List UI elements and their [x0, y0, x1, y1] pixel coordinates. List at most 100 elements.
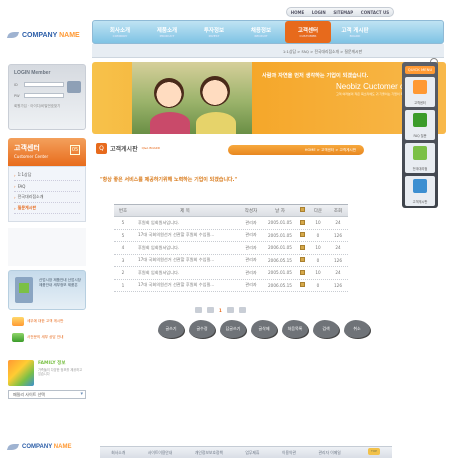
breadcrumb: HOME > 고객센터 > 고객게시판 [228, 145, 364, 155]
footer-link-partner[interactable]: 업무제휴 [245, 450, 259, 456]
login-box: LOGIN Member ID PW 회원가입 · 아이디/비밀번호찾기 [8, 64, 86, 130]
cell-title-link[interactable]: 17대 국회의원선거 선관할 후원회 수입필... [132, 282, 238, 288]
cell-title-link[interactable]: 17대 국회의원선거 선관할 후원회 수입필... [132, 257, 238, 263]
attachment-icon[interactable] [299, 269, 305, 275]
table-cell: 2 [121, 270, 125, 276]
nav-company[interactable]: 회사소개 COMPANY [97, 23, 143, 41]
quick-item-customer[interactable]: 고객센터 [405, 77, 435, 107]
page-title: Q 고객게시판 Q&A BOARD [96, 140, 226, 156]
top-button[interactable]: TOP [368, 448, 380, 455]
cell-title-link[interactable]: 후원회 입회원서입니다. [132, 270, 238, 276]
attachment-icon[interactable] [299, 282, 305, 288]
cancel-button[interactable]: 취소 [344, 320, 370, 338]
table-cell: 2005.01.05 [268, 220, 292, 226]
join-links[interactable]: 회원가입 · 아이디/비밀번호찾기 [14, 104, 80, 109]
side-spacer [8, 228, 86, 266]
table-row[interactable]: 3 17대 국회의원선거 선관할 후원회 수입필... 관리자 2006.05.15 0… [114, 255, 348, 267]
table-row[interactable]: 5 후원회 입회원서입니다. 관리자 2005.01.05 10 24 [114, 217, 348, 230]
table-row[interactable]: 4 후원회 입회원서입니다. 관리자 2006.01.05 10 24 [114, 242, 348, 255]
list-button[interactable]: 처음목록 [282, 320, 308, 338]
promo-link-consult[interactable]: 사전문의 세부 상담 안내 [8, 330, 86, 344]
id-input[interactable] [24, 82, 64, 87]
nav-invest[interactable]: 투자정보 INVEST [191, 23, 237, 41]
table-header: 번호 제 목 작성자 날 자 다운 조회 [114, 204, 348, 217]
cell-title-link[interactable]: 후원회 입회원서입니다. [132, 245, 238, 251]
next-page-button[interactable] [226, 307, 234, 313]
footer-logo[interactable]: COMPANY NAME [8, 440, 88, 454]
hero-banner: 사람과 자연을 먼저 생각하는 기업이 되겠습니다. Neobiz Cuctom… [92, 62, 446, 134]
section-number-badge: 05 [70, 145, 80, 155]
prev-page-button[interactable] [207, 307, 214, 313]
table-cell: 1 [121, 282, 125, 288]
side-menu-consult[interactable]: 1:1상담 [14, 170, 80, 181]
attachment-icon[interactable] [299, 219, 305, 225]
first-page-button[interactable] [195, 307, 202, 313]
login-button[interactable] [67, 81, 81, 93]
footer-link-company[interactable]: 회사소개 [111, 450, 125, 456]
sub-nav-links[interactable]: 1:1상담 > FAQ > 전국대리점소개 > 질문게시판 [283, 49, 362, 55]
table-row[interactable]: 5 17대 국회의원선거 선관할 후원회 수입필... 관리자 2005.01.05 0… [114, 230, 348, 242]
edit-button[interactable]: 글수정 [189, 320, 215, 338]
quick-menu-title: QUICK MENU [405, 66, 435, 74]
main-nav: 회사소개 COMPANY 제품소개 PRODUCT 투자정보 INVEST 채용정보 R… [92, 20, 444, 44]
nav-recruit[interactable]: 채용정보 RECRUIT [238, 23, 284, 41]
quick-item-agency[interactable]: 전국대리점 [405, 143, 435, 173]
logo-text: COMPANY NAME [22, 31, 80, 39]
board-actions: 글쓰기 글수정 답글쓰기 글삭제 처음목록 검색 취소 [158, 320, 374, 340]
footer-link-privacy[interactable]: 개인정보보호정책 [195, 450, 223, 456]
table-cell: 126 [334, 232, 342, 238]
footer-link-terms[interactable]: 이용약관 [282, 450, 296, 456]
table-cell: 3 [121, 257, 125, 263]
side-menu: 1:1상담 FAQ 전국대리점소개 질문게시판 [8, 166, 86, 222]
last-page-button[interactable] [238, 307, 246, 313]
table-cell: 24 [335, 245, 341, 251]
footer-link-guide[interactable]: 사이트이용안내 [148, 450, 172, 456]
footer-links: 회사소개 사이트이용안내 개인정보보호정책 업무제휴 이용약관 관리자 이메일 [100, 446, 392, 458]
company-logo[interactable]: COMPANY NAME [8, 28, 88, 42]
promo-banner[interactable]: 산업시장 제품안내 산업시장 제품안내 세부정보 제품은 [8, 270, 86, 310]
children-photo [132, 62, 252, 134]
page-1[interactable]: 1 [219, 308, 222, 313]
side-menu-faq[interactable]: FAQ [14, 181, 80, 192]
nav-product[interactable]: 제품소개 PRODUCT [144, 23, 190, 41]
password-input[interactable] [24, 93, 64, 98]
table-cell: 10 [315, 220, 321, 226]
side-menu-agencies[interactable]: 전국대리점소개 [14, 192, 80, 203]
login-link[interactable]: LOGIN [312, 10, 326, 15]
write-button[interactable]: 글쓰기 [158, 320, 184, 338]
attachment-icon[interactable] [299, 257, 305, 263]
table-cell: 2005.01.05 [268, 232, 292, 238]
search-button[interactable]: 검색 [313, 320, 339, 338]
bird-logo-icon [8, 442, 20, 452]
cell-title-link[interactable]: 17대 국회의원선거 선관할 후원회 수입필... [132, 232, 238, 238]
family-icon [8, 360, 34, 386]
reply-button[interactable]: 답글쓰기 [220, 320, 246, 338]
table-cell: 2006.05.15 [268, 257, 292, 263]
nav-board[interactable]: 고객 게시판 BOARD [332, 23, 378, 41]
promo-link-board[interactable]: 세무에 대한 고객 게시판 [8, 314, 86, 328]
quick-item-board[interactable]: 고객게시판 [405, 176, 435, 206]
cell-title-link[interactable]: 후원회 입회원서입니다. [132, 220, 238, 226]
family-site-select[interactable]: 패밀리 사이트 선택 [8, 390, 86, 399]
cell-attachment [296, 257, 308, 263]
table-cell: 2006.05.15 [268, 282, 292, 288]
delete-button[interactable]: 글삭제 [251, 320, 277, 338]
contact-link[interactable]: CONTACT US [361, 10, 389, 15]
quick-item-faq[interactable]: FAQ 질문 [405, 110, 435, 140]
pagination: 1 [195, 306, 275, 314]
attachment-icon[interactable] [299, 232, 305, 238]
table-cell: 24 [335, 220, 341, 226]
nav-customer[interactable]: 고객센터 CUSTOMER [285, 21, 331, 43]
table-row[interactable]: 1 17대 국회의원선거 선관할 후원회 수입필... 관리자 2006.05.15 0… [114, 280, 348, 292]
table-cell: 관리자 [245, 269, 257, 275]
footer-link-email[interactable]: 관리자 이메일 [319, 450, 341, 456]
home-link[interactable]: HOME [291, 10, 304, 15]
cell-attachment [296, 232, 308, 238]
side-menu-qna[interactable]: 질문게시판 [14, 203, 80, 214]
table-row[interactable]: 2 후원회 입회원서입니다. 관리자 2005.01.05 10 24 [114, 267, 348, 280]
table-cell: 0 [316, 257, 320, 263]
table-cell: 4 [121, 245, 125, 251]
table-cell: 관리자 [245, 232, 257, 238]
sitemap-link[interactable]: SITEMAP [333, 10, 353, 15]
attachment-icon[interactable] [299, 244, 305, 250]
